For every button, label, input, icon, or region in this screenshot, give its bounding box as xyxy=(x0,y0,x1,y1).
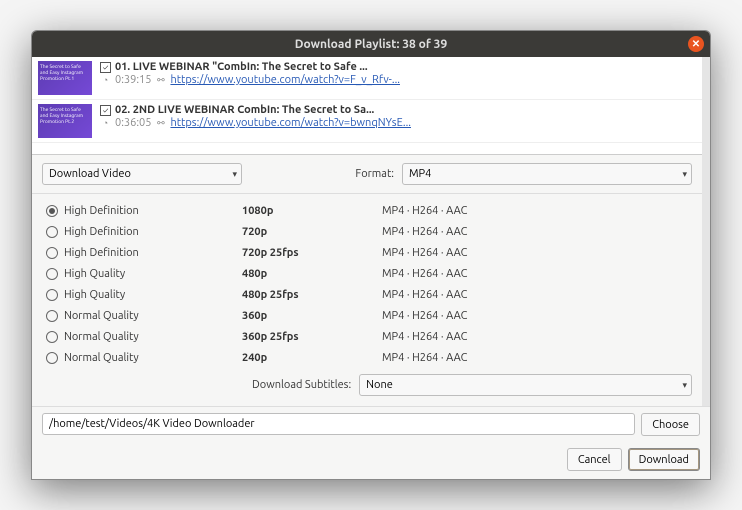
video-thumbnail: The Secret to Safe and Easy Instagram Pr… xyxy=(38,61,92,95)
quality-option[interactable]: Normal Quality 360p 25fps MP4 · H264 · A… xyxy=(42,326,692,347)
quality-resolution: 240p xyxy=(242,352,382,364)
download-button[interactable]: Download xyxy=(628,448,700,471)
radio-icon xyxy=(46,226,58,238)
quality-resolution: 720p 25fps xyxy=(242,247,382,259)
subtitles-combo-value: None xyxy=(366,379,393,391)
video-thumbnail: The Secret to Safe and Easy Instagram Pr… xyxy=(38,104,92,138)
quality-option[interactable]: High Definition 720p MP4 · H264 · AAC xyxy=(42,221,692,242)
quality-codec: MP4 · H264 · AAC xyxy=(382,331,692,343)
quality-option[interactable]: High Definition 720p 25fps MP4 · H264 · … xyxy=(42,242,692,263)
playlist-item-info: ✓ 02. 2ND LIVE WEBINAR CombIn: The Secre… xyxy=(100,104,696,138)
quality-codec: MP4 · H264 · AAC xyxy=(382,205,692,217)
action-format-row: Download Video Format: MP4 xyxy=(32,155,702,194)
quality-option[interactable]: High Definition 1080p MP4 · H264 · AAC xyxy=(42,200,692,221)
dialog-footer: Cancel Download xyxy=(32,442,710,479)
quality-resolution: 480p 25fps xyxy=(242,289,382,301)
cancel-button-label: Cancel xyxy=(578,454,611,466)
subtitles-combo[interactable]: None xyxy=(359,374,692,396)
checkbox-icon[interactable]: ✓ xyxy=(100,105,111,116)
link-icon: ⚯ xyxy=(155,75,166,86)
download-button-label: Download xyxy=(639,454,689,466)
playlist-item-url[interactable]: https://www.youtube.com/watch?v=bwnqNYsE… xyxy=(170,117,411,129)
quality-option[interactable]: Normal Quality 360p MP4 · H264 · AAC xyxy=(42,305,692,326)
playlist-item-url[interactable]: https://www.youtube.com/watch?v=F_v_Rfv-… xyxy=(170,74,400,86)
clock-icon: ◔ xyxy=(100,118,111,129)
action-combo-value: Download Video xyxy=(49,168,131,180)
quality-resolution: 1080p xyxy=(242,205,382,217)
quality-option[interactable]: High Quality 480p MP4 · H264 · AAC xyxy=(42,263,692,284)
playlist-item[interactable]: The Secret to Safe and Easy Instagram Pr… xyxy=(32,57,702,100)
quality-resolution: 480p xyxy=(242,268,382,280)
playlist-item-duration: 0:36:05 xyxy=(115,117,151,129)
format-combo[interactable]: MP4 xyxy=(402,163,692,185)
quality-option[interactable]: High Quality 480p 25fps MP4 · H264 · AAC xyxy=(42,284,692,305)
quality-codec: MP4 · H264 · AAC xyxy=(382,268,692,280)
subtitles-row: Download Subtitles: None xyxy=(32,370,702,404)
quality-resolution: 360p 25fps xyxy=(242,331,382,343)
playlist-item-info: ✓ 01. LIVE WEBINAR "CombIn: The Secret t… xyxy=(100,61,696,95)
dialog-content: The Secret to Safe and Easy Instagram Pr… xyxy=(32,57,710,479)
radio-icon xyxy=(46,205,58,217)
radio-icon xyxy=(46,268,58,280)
radio-icon xyxy=(46,247,58,259)
playlist-item-title: 02. 2ND LIVE WEBINAR CombIn: The Secret … xyxy=(115,104,374,116)
radio-icon xyxy=(46,331,58,343)
quality-list: High Definition 1080p MP4 · H264 · AAC H… xyxy=(32,194,702,370)
format-label: Format: xyxy=(355,168,394,180)
cancel-button[interactable]: Cancel xyxy=(567,448,622,471)
radio-icon xyxy=(46,352,58,364)
playlist-item[interactable]: The Secret to Safe and Easy Instagram Pr… xyxy=(32,100,702,143)
playlist-list: The Secret to Safe and Easy Instagram Pr… xyxy=(32,57,702,155)
quality-codec: MP4 · H264 · AAC xyxy=(382,247,692,259)
quality-option[interactable]: Normal Quality 240p MP4 · H264 · AAC xyxy=(42,347,692,368)
checkbox-icon[interactable]: ✓ xyxy=(100,62,111,73)
quality-label: High Definition xyxy=(64,205,139,217)
quality-label: Normal Quality xyxy=(64,352,139,364)
dialog-window: Download Playlist: 38 of 39 ✕ The Secret… xyxy=(31,30,711,480)
window-title: Download Playlist: 38 of 39 xyxy=(295,38,447,51)
playlist-item-duration: 0:39:15 xyxy=(115,74,151,86)
quality-label: Normal Quality xyxy=(64,310,139,322)
quality-label: High Definition xyxy=(64,247,139,259)
title-bar: Download Playlist: 38 of 39 ✕ xyxy=(32,31,710,57)
quality-resolution: 720p xyxy=(242,226,382,238)
quality-codec: MP4 · H264 · AAC xyxy=(382,289,692,301)
quality-codec: MP4 · H264 · AAC xyxy=(382,226,692,238)
radio-icon xyxy=(46,310,58,322)
quality-label: High Quality xyxy=(64,289,125,301)
subtitles-label: Download Subtitles: xyxy=(252,379,351,391)
clock-icon: ◔ xyxy=(100,75,111,86)
choose-button-label: Choose xyxy=(652,419,689,431)
scrollbar[interactable] xyxy=(702,57,710,406)
quality-codec: MP4 · H264 · AAC xyxy=(382,352,692,364)
save-path-input[interactable] xyxy=(42,413,635,435)
quality-codec: MP4 · H264 · AAC xyxy=(382,310,692,322)
close-button[interactable]: ✕ xyxy=(688,36,704,52)
quality-resolution: 360p xyxy=(242,310,382,322)
quality-label: High Definition xyxy=(64,226,139,238)
quality-label: High Quality xyxy=(64,268,125,280)
quality-label: Normal Quality xyxy=(64,331,139,343)
radio-icon xyxy=(46,289,58,301)
action-combo[interactable]: Download Video xyxy=(42,163,242,185)
format-combo-value: MP4 xyxy=(409,168,431,180)
playlist-item-title: 01. LIVE WEBINAR "CombIn: The Secret to … xyxy=(115,61,368,73)
close-icon: ✕ xyxy=(692,39,700,49)
choose-button[interactable]: Choose xyxy=(641,413,700,436)
link-icon: ⚯ xyxy=(155,118,166,129)
path-row: Choose xyxy=(32,406,710,442)
